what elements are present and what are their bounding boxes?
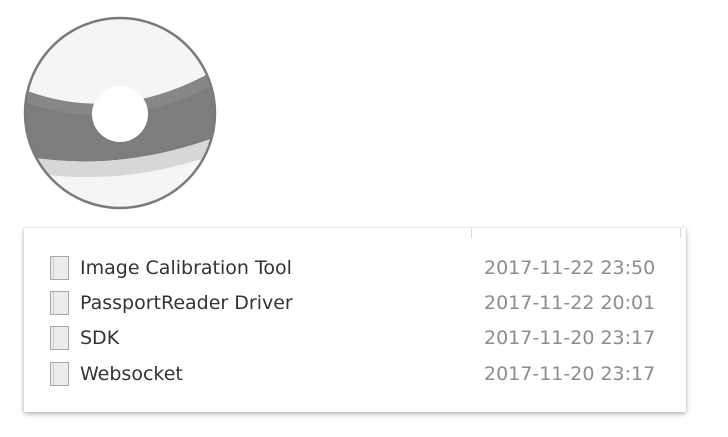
folder-icon [50,256,69,280]
file-row-websocket[interactable]: Websocket 2017-11-20 23:17 [24,358,686,394]
file-modified-date: 2017-11-20 23:17 [484,363,656,385]
file-modified-date: 2017-11-22 20:01 [484,292,656,314]
cd-disc-icon [22,15,222,211]
file-name: Image Calibration Tool [80,257,292,279]
file-modified-date: 2017-11-20 23:17 [484,327,656,349]
column-divider [680,228,681,238]
file-name: PassportReader Driver [80,292,293,314]
file-name: SDK [80,327,120,349]
file-row-sdk[interactable]: SDK 2017-11-20 23:17 [24,322,686,358]
folder-icon [50,362,69,386]
folder-icon [50,291,69,315]
file-name: Websocket [80,363,183,385]
file-row-image-calibration-tool[interactable]: Image Calibration Tool 2017-11-22 23:50 [24,252,686,288]
file-row-passportreader-driver[interactable]: PassportReader Driver 2017-11-22 20:01 [24,287,686,323]
file-modified-date: 2017-11-22 23:50 [484,257,656,279]
file-list-panel: Image Calibration Tool 2017-11-22 23:50 … [24,228,686,412]
column-divider [471,228,472,238]
cd-disc-graphic [23,16,217,210]
folder-icon [50,326,69,350]
